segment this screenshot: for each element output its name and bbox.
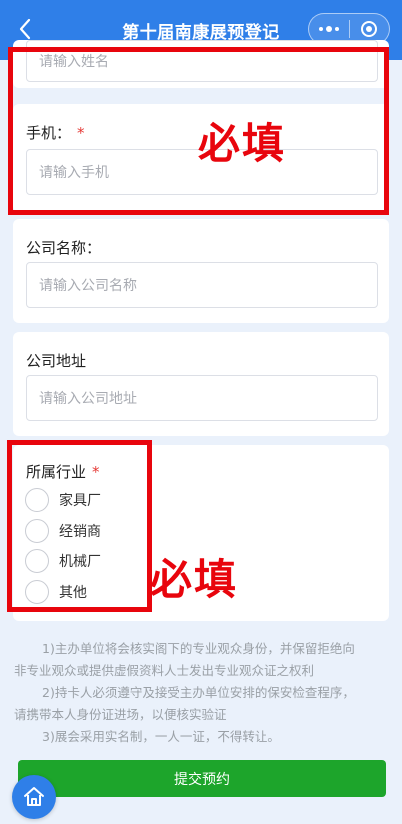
company-address-card: 公司地址 请输入公司地址 [13,332,389,436]
must-fill-annotation: 必填 [150,555,239,604]
notice-line: 3)展会采用实名制，一人一证，不得转让。 [42,729,280,744]
company-name-input[interactable]: 请输入公司名称 [26,262,378,308]
home-icon [24,787,44,806]
notice-line: 2)持卡人必须遵守及接受主办单位安排的保安检查程序， [42,685,355,700]
company-address-input[interactable]: 请输入公司地址 [26,375,378,421]
submit-button[interactable]: 提交预约 [18,760,386,797]
company-name-card: 公司名称： 请输入公司名称 [13,219,389,323]
company-address-label: 公司地址 [26,352,87,370]
target-circle-icon [361,21,378,37]
notice-line: 请携带本人身份证进场，以便核实验证 [14,707,227,722]
notice-line: 1)主办单位将会核实阁下的专业观众身份，并保留拒绝向 [42,641,355,656]
home-button[interactable] [12,775,56,819]
more-dots-icon [318,26,339,32]
company-name-label: 公司名称： [26,239,102,257]
required-highlight-box [7,440,152,612]
notice-text: 1)主办单位将会核实阁下的专业观众身份，并保留拒绝向 非专业观众或提供虚假资料人… [14,638,390,748]
company-name-placeholder: 请输入公司名称 [39,278,137,294]
company-address-placeholder: 请输入公司地址 [39,391,137,407]
must-fill-annotation: 必填 [198,119,287,168]
notice-line: 非专业观众或提供虚假资料人士发出专业观众证之权利 [14,663,315,678]
